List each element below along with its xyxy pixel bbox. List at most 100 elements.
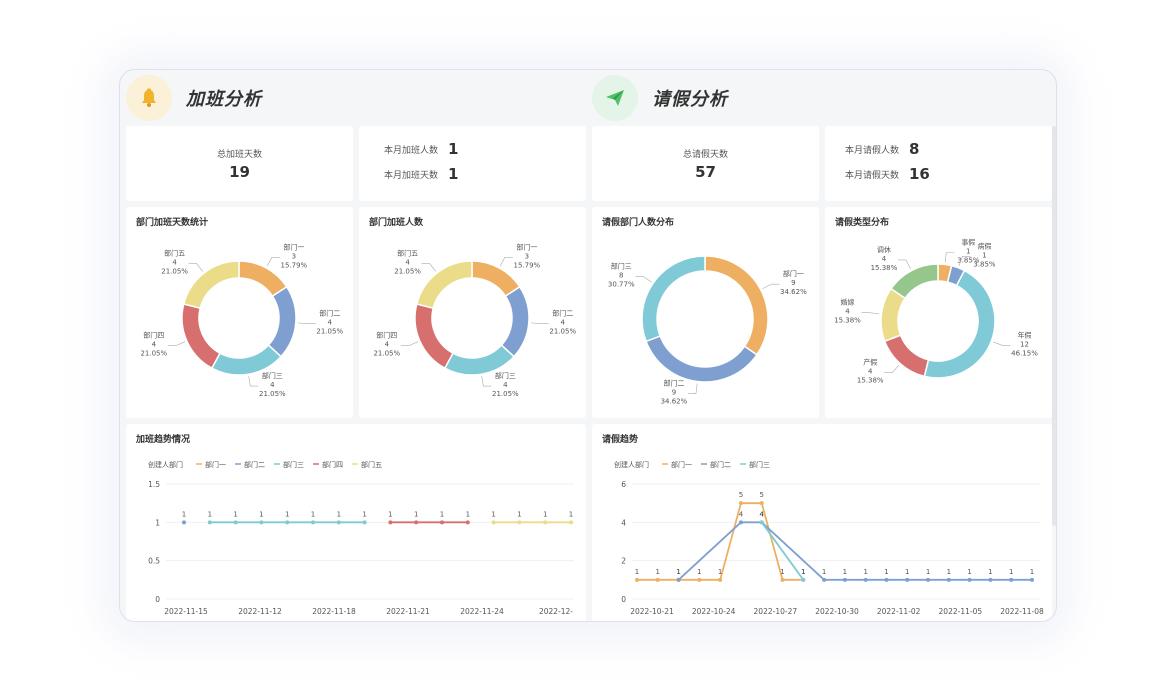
x-tick-label: 2022-12-: [539, 607, 573, 616]
pie-label-value: 9: [791, 279, 795, 287]
data-point[interactable]: [336, 520, 341, 525]
card-title: 请假趋势: [602, 435, 639, 445]
data-point[interactable]: [842, 577, 847, 582]
pie-label-line: [400, 341, 419, 347]
data-label: 1: [926, 568, 930, 576]
data-point[interactable]: [718, 577, 723, 582]
pie-label-value: 4: [172, 259, 177, 267]
data-point[interactable]: [635, 577, 639, 582]
pie-slice[interactable]: [890, 263, 939, 300]
legend-item[interactable]: 部门二: [710, 460, 731, 469]
data-point[interactable]: [1030, 577, 1034, 582]
data-point[interactable]: [259, 520, 264, 525]
pie-slice[interactable]: [415, 260, 473, 310]
data-label: 1: [863, 568, 867, 576]
data-label: 1: [656, 568, 660, 576]
data-point[interactable]: [759, 501, 764, 506]
pie-label-pct: 15.38%: [857, 377, 884, 385]
data-point[interactable]: [517, 520, 522, 525]
data-point[interactable]: [388, 520, 393, 525]
x-tick-label: 2022-11-08: [1000, 607, 1044, 616]
leave-month-days-label: 本月请假天数: [844, 170, 899, 181]
data-point[interactable]: [926, 577, 931, 582]
data-point[interactable]: [697, 577, 702, 582]
data-label: 4: [739, 510, 744, 518]
pie-slice[interactable]: [923, 269, 996, 379]
legend-item[interactable]: 部门三: [749, 460, 770, 469]
data-point[interactable]: [1009, 577, 1014, 582]
pie-label-name: 产假: [863, 358, 877, 367]
data-point[interactable]: [738, 520, 743, 525]
pie-slice[interactable]: [645, 335, 758, 383]
pie-label-line: [687, 383, 698, 394]
pie-slice[interactable]: [267, 285, 297, 358]
overtime-title: 加班分析: [186, 89, 262, 110]
legend-item[interactable]: 部门五: [361, 460, 382, 469]
pie-label-value: 4: [405, 259, 410, 267]
data-point[interactable]: [569, 520, 573, 525]
data-point[interactable]: [780, 577, 785, 582]
pie-label-pct: 15.79%: [513, 261, 540, 269]
legend-item[interactable]: 部门三: [283, 460, 304, 469]
data-point[interactable]: [863, 577, 868, 582]
pie-label-line: [762, 283, 780, 290]
scrollbar[interactable]: [1052, 126, 1056, 526]
legend-item[interactable]: 部门一: [671, 460, 692, 469]
card-title: 部门加班人数: [369, 218, 424, 228]
data-point[interactable]: [988, 577, 993, 582]
data-point[interactable]: [822, 577, 827, 582]
data-point[interactable]: [967, 577, 972, 582]
data-point[interactable]: [759, 520, 764, 525]
data-point[interactable]: [311, 520, 315, 525]
pie-slice[interactable]: [500, 285, 530, 358]
data-label: 1: [414, 510, 418, 518]
leave-trend-chart: 创建人部门 部门一 部门二 部门三 6 4 2 0 2022-10-21 2022-10-24 20…: [614, 460, 1044, 616]
pie-label-pct: 21.05%: [259, 390, 286, 398]
data-point[interactable]: [414, 520, 419, 525]
data-point[interactable]: [655, 577, 660, 582]
y-tick-label: 4: [621, 518, 626, 527]
data-point[interactable]: [676, 577, 681, 582]
data-label: 1: [988, 568, 992, 576]
pie-slice[interactable]: [182, 260, 240, 310]
pie-slice[interactable]: [210, 344, 282, 376]
data-point[interactable]: [884, 577, 889, 582]
pie-label-line: [481, 376, 492, 387]
data-point[interactable]: [543, 520, 548, 525]
pie-slice[interactable]: [181, 303, 221, 370]
data-point[interactable]: [946, 577, 951, 582]
data-point[interactable]: [207, 520, 212, 525]
data-point[interactable]: [182, 520, 186, 525]
legend-item[interactable]: 部门二: [244, 460, 265, 469]
data-point[interactable]: [491, 520, 496, 525]
data-point[interactable]: [440, 520, 444, 525]
data-point[interactable]: [738, 501, 743, 506]
pie-label-line: [897, 259, 911, 269]
leave-month-people-value: 8: [909, 140, 920, 158]
pie-slice[interactable]: [883, 334, 930, 378]
overtime-month-people-value: 1: [448, 140, 459, 158]
data-point[interactable]: [233, 520, 238, 525]
pie-label-pct: 21.05%: [373, 350, 400, 358]
pie-slice[interactable]: [414, 303, 454, 370]
pie-label-line: [297, 322, 316, 324]
data-point[interactable]: [801, 577, 806, 582]
data-label: 1: [491, 510, 495, 518]
pie-label-name: 部门二: [552, 309, 573, 318]
data-label: 1: [676, 568, 680, 576]
data-point[interactable]: [905, 577, 910, 582]
legend-item[interactable]: 部门四: [322, 460, 343, 469]
data-point[interactable]: [362, 520, 367, 525]
pie-label-value: 4: [868, 368, 873, 376]
pie-slice[interactable]: [443, 344, 515, 376]
data-point[interactable]: [285, 520, 290, 525]
legend-item[interactable]: 部门一: [205, 460, 226, 469]
data-point[interactable]: [465, 520, 470, 525]
overtime-total-label: 总加班天数: [216, 149, 262, 160]
pie-slice[interactable]: [704, 255, 769, 356]
leave-trend-card: 请假趋势 创建人部门 部门一 部门二 部门三 6 4 2 0 2022-10-21 2022-10…: [592, 424, 1052, 621]
pie-label-line: [861, 312, 880, 315]
x-tick-label: 2022-11-18: [312, 607, 356, 616]
pie-slice[interactable]: [641, 255, 706, 343]
x-tick-label: 2022-11-15: [164, 607, 208, 616]
